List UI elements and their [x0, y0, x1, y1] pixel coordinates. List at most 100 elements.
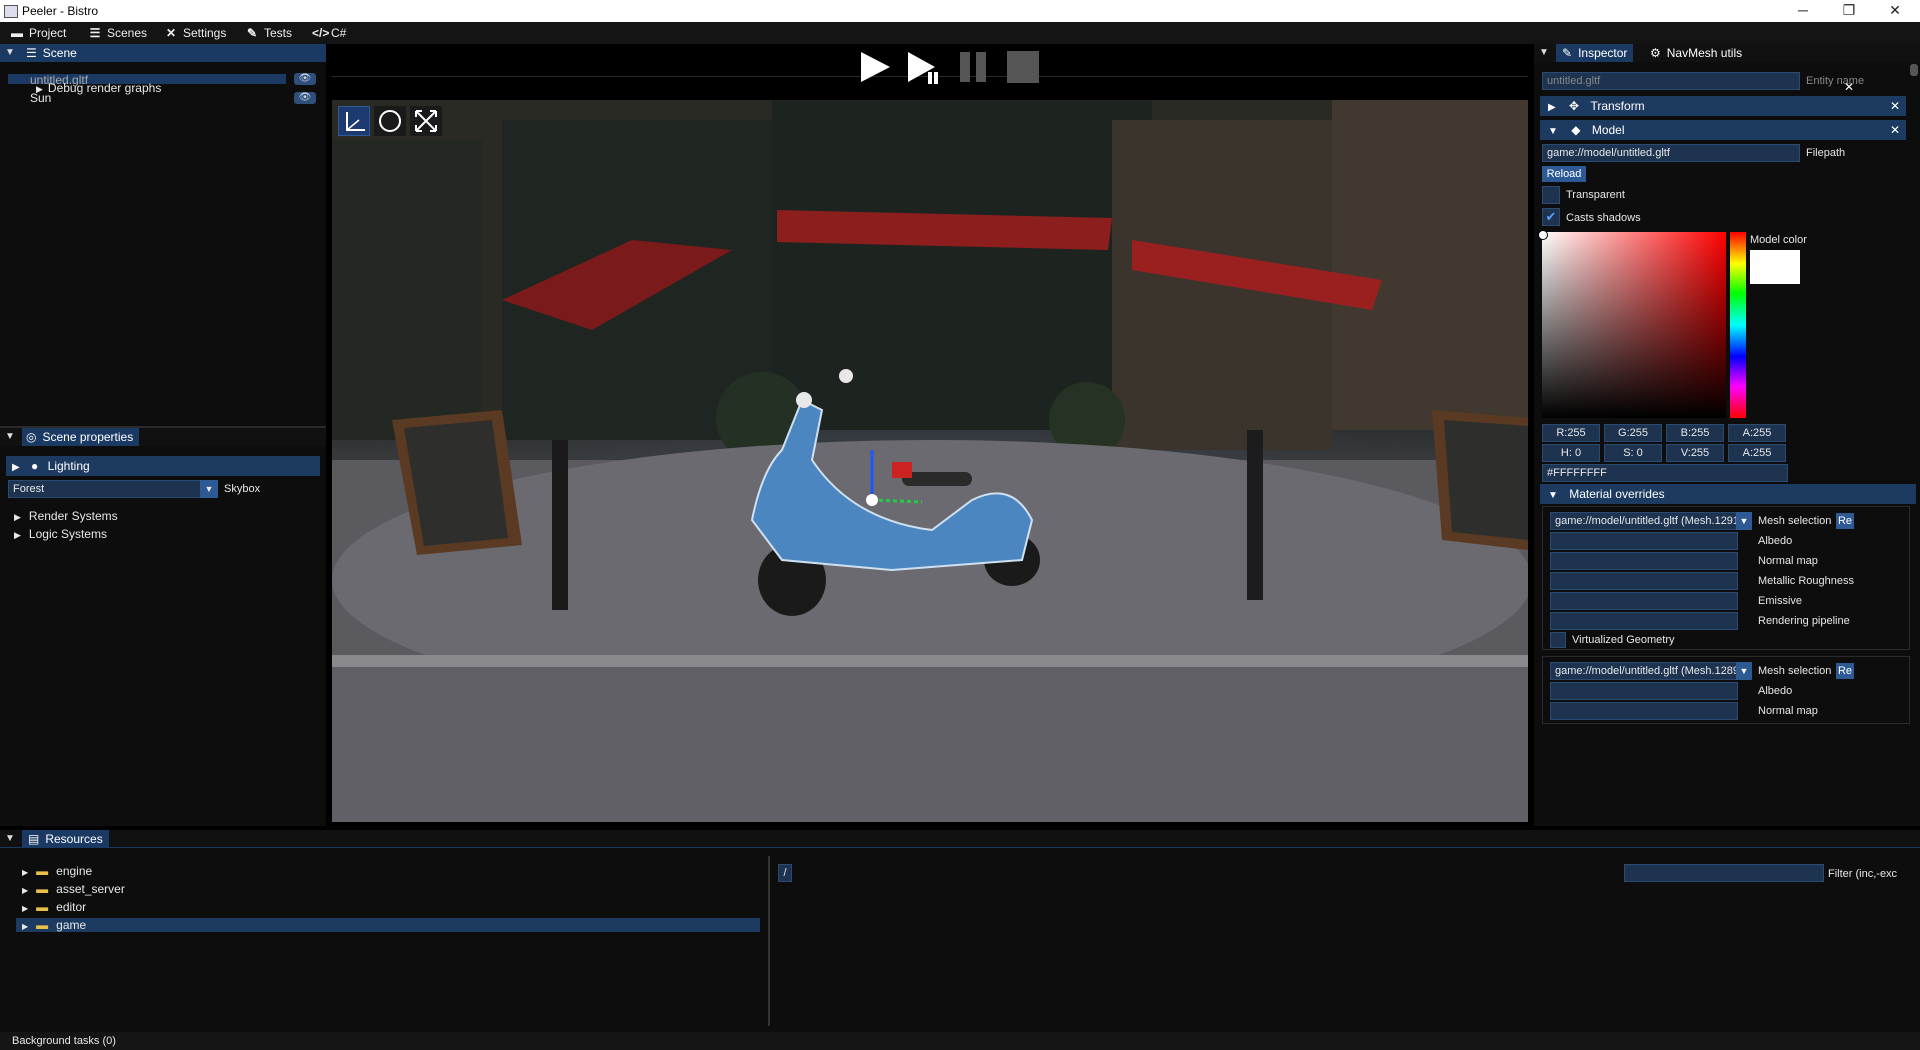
- emissive-field[interactable]: [1550, 592, 1738, 610]
- maximize-button[interactable]: ❐: [1826, 0, 1872, 22]
- model-color-swatch[interactable]: [1750, 250, 1800, 284]
- transparent-label: Transparent: [1566, 189, 1625, 201]
- navmesh-icon: ⚙: [1650, 46, 1661, 60]
- rotate-gizmo-button[interactable]: [374, 106, 406, 136]
- resources-panel: ▼ ▤ Resources ▶ ▬ engine ▶ ▬ asset_server ▶ ▬ e…: [0, 830, 1920, 1032]
- value-field[interactable]: V:255: [1666, 444, 1724, 462]
- menu-tests[interactable]: ✎ Tests: [245, 25, 292, 41]
- entity-name-label: Entity name: [1806, 75, 1865, 87]
- normal-map-field[interactable]: [1550, 702, 1738, 720]
- filepath-input[interactable]: game://model/untitled.gltf: [1542, 144, 1800, 162]
- reload-button[interactable]: Reload: [1542, 166, 1586, 182]
- chevron-down-icon[interactable]: ▼: [1736, 512, 1752, 530]
- scale-gizmo-button[interactable]: [410, 106, 442, 136]
- splitter[interactable]: [768, 856, 770, 1026]
- albedo-field[interactable]: [1550, 682, 1738, 700]
- menu-settings[interactable]: ✕ Settings: [164, 25, 226, 41]
- tools-icon: ✕: [165, 26, 177, 40]
- tab-resources[interactable]: ▤ Resources: [22, 830, 109, 848]
- entity-name-input[interactable]: untitled.gltf: [1542, 72, 1800, 90]
- normal-map-field[interactable]: [1550, 552, 1738, 570]
- eye-icon[interactable]: 👁: [294, 73, 316, 85]
- chevron-down-icon[interactable]: ▼: [200, 480, 218, 498]
- alpha-field[interactable]: A:255: [1728, 424, 1786, 442]
- color-cursor[interactable]: [1538, 230, 1548, 240]
- skybox-label: Skybox: [224, 483, 261, 495]
- blue-field[interactable]: B:255: [1666, 424, 1724, 442]
- collapse-icon[interactable]: ▼: [4, 833, 16, 845]
- menu-scenes[interactable]: ☰ Scenes: [88, 25, 147, 41]
- debug-render-graphs-item[interactable]: ▶ Debug render graphs: [36, 80, 256, 96]
- chevron-down-icon[interactable]: ▼: [1736, 662, 1752, 680]
- translate-gizmo-button[interactable]: [338, 106, 370, 136]
- play-button[interactable]: [858, 50, 892, 84]
- globe-icon: ◎: [26, 430, 37, 444]
- albedo-field[interactable]: [1550, 532, 1738, 550]
- albedo-label: Albedo: [1758, 685, 1793, 697]
- scrollbar-thumb[interactable]: [1910, 64, 1918, 76]
- close-icon[interactable]: ✕: [1890, 120, 1900, 140]
- close-icon[interactable]: ✕: [1890, 96, 1900, 116]
- inspector-header: ▼ ✎ Inspector ⚙ NavMesh utils: [1534, 44, 1920, 62]
- minimize-button[interactable]: ─: [1780, 0, 1826, 22]
- saturation-value-picker[interactable]: [1542, 232, 1726, 418]
- close-button[interactable]: ✕: [1872, 0, 1918, 22]
- lighting-section[interactable]: ▶ ● Lighting: [6, 456, 320, 476]
- cube-icon: ◆: [1571, 123, 1581, 137]
- tab-scene-properties[interactable]: ◎ Scene properties: [22, 428, 140, 446]
- folder-item[interactable]: ▶ ▬ engine: [22, 863, 92, 879]
- collapse-icon[interactable]: ▼: [4, 431, 16, 443]
- filter-input[interactable]: [1624, 864, 1824, 882]
- menu-csharp[interactable]: </> C#: [312, 25, 346, 41]
- folder-item[interactable]: ▶ ▬ editor: [22, 899, 86, 915]
- list-icon: ☰: [26, 46, 37, 60]
- hue-slider[interactable]: [1730, 232, 1746, 418]
- virtualized-geometry-checkbox[interactable]: [1550, 632, 1566, 648]
- saturation-field[interactable]: S: 0: [1604, 444, 1662, 462]
- tab-scene[interactable]: ☰ Scene: [26, 44, 77, 62]
- tab-inspector[interactable]: ✎ Inspector: [1556, 44, 1634, 62]
- transform-section[interactable]: ▶ ✥ Transform ✕: [1540, 96, 1906, 116]
- mesh-selection-select[interactable]: game://model/untitled.gltf (Mesh.1289: [1550, 662, 1738, 680]
- transparent-checkbox[interactable]: [1542, 186, 1560, 204]
- inspector-panel: ▼ ✎ Inspector ⚙ NavMesh utils untitled.glt…: [1534, 44, 1920, 826]
- wrench-icon: ✎: [1562, 46, 1573, 60]
- move-icon: ✥: [1569, 99, 1580, 113]
- collapse-icon[interactable]: ▼: [1538, 47, 1550, 59]
- stop-button[interactable]: [1006, 50, 1040, 84]
- path-breadcrumb[interactable]: /: [778, 864, 792, 882]
- casts-shadows-label: Casts shadows: [1566, 212, 1641, 224]
- close-icon[interactable]: ✕: [1844, 80, 1854, 94]
- render-systems-item[interactable]: ▶ Render Systems: [14, 508, 118, 524]
- eye-icon[interactable]: 👁: [294, 92, 316, 104]
- folder-item[interactable]: ▶ ▬ asset_server: [22, 881, 125, 897]
- scene-viewport[interactable]: [332, 100, 1528, 822]
- model-color-label: Model color: [1750, 234, 1807, 246]
- menu-project[interactable]: ▬ Project: [10, 25, 66, 41]
- folder-item[interactable]: ▶ ▬ game: [22, 917, 86, 933]
- play-paused-button[interactable]: [906, 50, 940, 84]
- green-field[interactable]: G:255: [1604, 424, 1662, 442]
- red-field[interactable]: R:255: [1542, 424, 1600, 442]
- reset-button[interactable]: Re: [1836, 663, 1854, 679]
- material-overrides-section[interactable]: ▼ Material overrides: [1540, 484, 1916, 504]
- mesh-selection-label: Mesh selection: [1758, 515, 1832, 527]
- hue-field[interactable]: H: 0: [1542, 444, 1600, 462]
- reset-button[interactable]: Re: [1836, 513, 1854, 529]
- folder-icon: ▬: [36, 918, 49, 932]
- folder-icon: ▬: [36, 882, 49, 896]
- tab-navmesh[interactable]: ⚙ NavMesh utils: [1644, 44, 1748, 62]
- resources-header: ▼ ▤ Resources: [0, 830, 1920, 848]
- alpha-field[interactable]: A:255: [1728, 444, 1786, 462]
- document-icon: ▤: [28, 832, 40, 846]
- casts-shadows-checkbox[interactable]: ✔: [1542, 208, 1560, 226]
- hex-field[interactable]: #FFFFFFFF: [1542, 464, 1788, 482]
- pause-button[interactable]: [956, 50, 990, 84]
- mesh-selection-select[interactable]: game://model/untitled.gltf (Mesh.1291: [1550, 512, 1738, 530]
- collapse-icon[interactable]: ▼: [4, 47, 16, 59]
- model-section[interactable]: ▼ ◆ Model ✕: [1540, 120, 1906, 140]
- rendering-pipeline-field[interactable]: [1550, 612, 1738, 630]
- metallic-roughness-field[interactable]: [1550, 572, 1738, 590]
- logic-systems-item[interactable]: ▶ Logic Systems: [14, 526, 107, 542]
- skybox-select[interactable]: Forest: [8, 480, 206, 498]
